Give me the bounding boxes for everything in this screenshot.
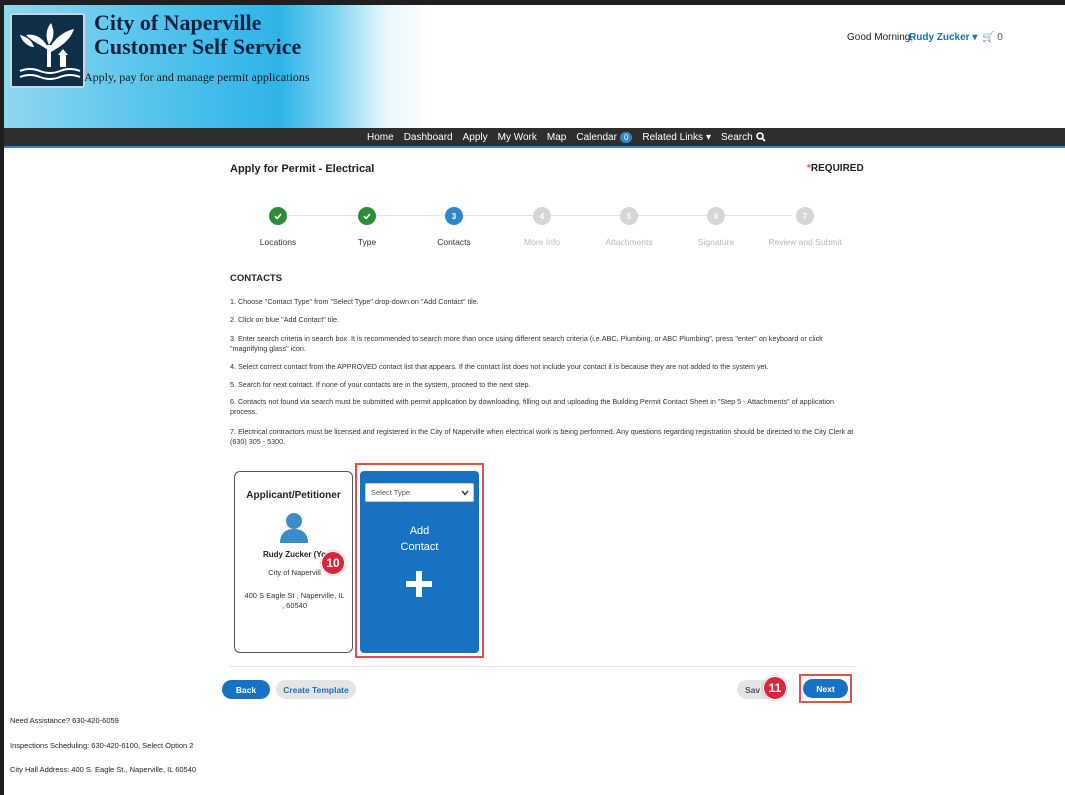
nav-related-links[interactable]: Related Links ▾	[642, 132, 711, 143]
step-marker-10: 10	[321, 551, 345, 575]
city-logo[interactable]	[10, 13, 85, 88]
calendar-count-badge: 0	[619, 131, 633, 143]
next-button[interactable]: Next	[803, 679, 848, 698]
greeting-text: Good Morning,	[847, 32, 914, 43]
site-title-line1: City of Naperville	[94, 10, 262, 35]
step-label: Attachments	[605, 237, 653, 247]
step-number: 6	[707, 207, 725, 225]
nav-search[interactable]: Search	[721, 132, 766, 143]
add-contact-label: Add Contact	[360, 523, 479, 555]
applicant-address: 400 S Eagle St , Naperville, IL , 60540	[244, 591, 345, 610]
add-contact-tile[interactable]: Select Type Add Contact	[360, 471, 479, 653]
step-type[interactable]: Type	[317, 207, 417, 247]
tree-logo-icon	[12, 15, 83, 86]
nav-my-work[interactable]: My Work	[498, 132, 537, 143]
step-contacts[interactable]: 3 Contacts	[404, 207, 504, 247]
add-contact-label-line1: Add	[409, 525, 430, 537]
instruction-1: 1. Choose "Contact Type" from "Select Ty…	[230, 297, 479, 306]
footer-assistance: Need Assistance? 630-420-6059	[10, 716, 119, 725]
cart-count: 0	[997, 32, 1003, 43]
check-icon	[358, 207, 376, 225]
page-title: Apply for Permit - Electrical	[230, 163, 375, 175]
instruction-5: 5. Search for next contact. If none of y…	[230, 380, 531, 389]
instruction-6: 6. Contacts not found via search must be…	[230, 397, 835, 416]
instruction-2: 2. Click on blue "Add Contact" tile.	[230, 315, 339, 324]
instruction-4: 4. Select correct contact from the APPRO…	[230, 362, 769, 371]
plus-icon	[406, 571, 432, 597]
nav-calendar-label: Calendar	[576, 131, 617, 143]
chevron-down-icon	[461, 490, 469, 496]
site-tagline: Apply, pay for and manage permit applica…	[84, 70, 310, 84]
step-label: Review and Submit	[768, 237, 842, 247]
step-marker-11: 11	[763, 676, 787, 700]
user-avatar-icon	[280, 513, 308, 543]
required-text: REQUIRED	[810, 163, 864, 174]
caret-down-icon: ▾	[705, 131, 712, 143]
required-indicator: *REQUIRED	[807, 163, 864, 174]
nav-apply[interactable]: Apply	[463, 132, 488, 143]
back-button[interactable]: Back	[222, 680, 270, 699]
cart-button[interactable]: 🛒 0	[982, 32, 1003, 43]
step-number: 3	[445, 207, 463, 225]
step-number: 4	[533, 207, 551, 225]
step-label: More Info	[524, 237, 560, 247]
applicant-card-title: Applicant/Petitioner	[246, 490, 341, 501]
nav-calendar[interactable]: Calendar 0	[576, 131, 633, 143]
footer-inspections: Inspections Scheduling: 630-420-6100, Se…	[10, 741, 194, 750]
step-label: Locations	[259, 237, 297, 247]
contact-type-select[interactable]: Select Type	[365, 483, 474, 502]
contacts-heading: CONTACTS	[230, 273, 283, 284]
user-menu[interactable]: Rudy Zucker ▾	[909, 32, 977, 43]
step-number: 5	[620, 207, 638, 225]
step-number: 7	[796, 207, 814, 225]
site-title-line2: Customer Self Service	[94, 34, 302, 59]
add-contact-label-line2: Contact	[400, 541, 439, 553]
nav-dashboard[interactable]: Dashboard	[404, 132, 453, 143]
search-icon	[755, 132, 766, 142]
cart-icon: 🛒	[982, 32, 995, 43]
instruction-7: 7. Electrical contractors must be licens…	[230, 427, 854, 446]
step-attachments: 5 Attachments	[579, 207, 679, 247]
nav-related-links-label: Related Links	[642, 131, 703, 143]
step-label: Type	[357, 237, 377, 247]
step-more-info: 4 More Info	[492, 207, 592, 247]
main-navbar: Home Dashboard Apply My Work Map Calenda…	[4, 128, 1065, 148]
step-label: Signature	[697, 237, 735, 247]
user-name: Rudy Zucker	[909, 32, 970, 43]
nav-map[interactable]: Map	[547, 132, 566, 143]
caret-down-icon: ▾	[972, 32, 978, 43]
step-label: Contacts	[437, 237, 471, 247]
step-locations[interactable]: Locations	[228, 207, 328, 247]
instruction-3: 3. Enter search criteria in search box. …	[230, 334, 823, 353]
progress-stepper: Locations Type 3 Contacts 4 More Info 5 …	[230, 207, 850, 252]
step-review-submit: 7 Review and Submit	[755, 207, 855, 247]
nav-search-label: Search	[721, 131, 753, 143]
check-icon	[269, 207, 287, 225]
nav-home[interactable]: Home	[367, 132, 394, 143]
contact-type-select-value: Select Type	[371, 488, 411, 497]
step-signature: 6 Signature	[666, 207, 766, 247]
footer-address: City Hall Address: 400 S. Eagle St., Nap…	[10, 765, 197, 774]
create-template-button[interactable]: Create Template	[276, 680, 356, 699]
site-header: City of Naperville Customer Self Service…	[4, 5, 1065, 128]
actions-divider	[230, 666, 855, 667]
